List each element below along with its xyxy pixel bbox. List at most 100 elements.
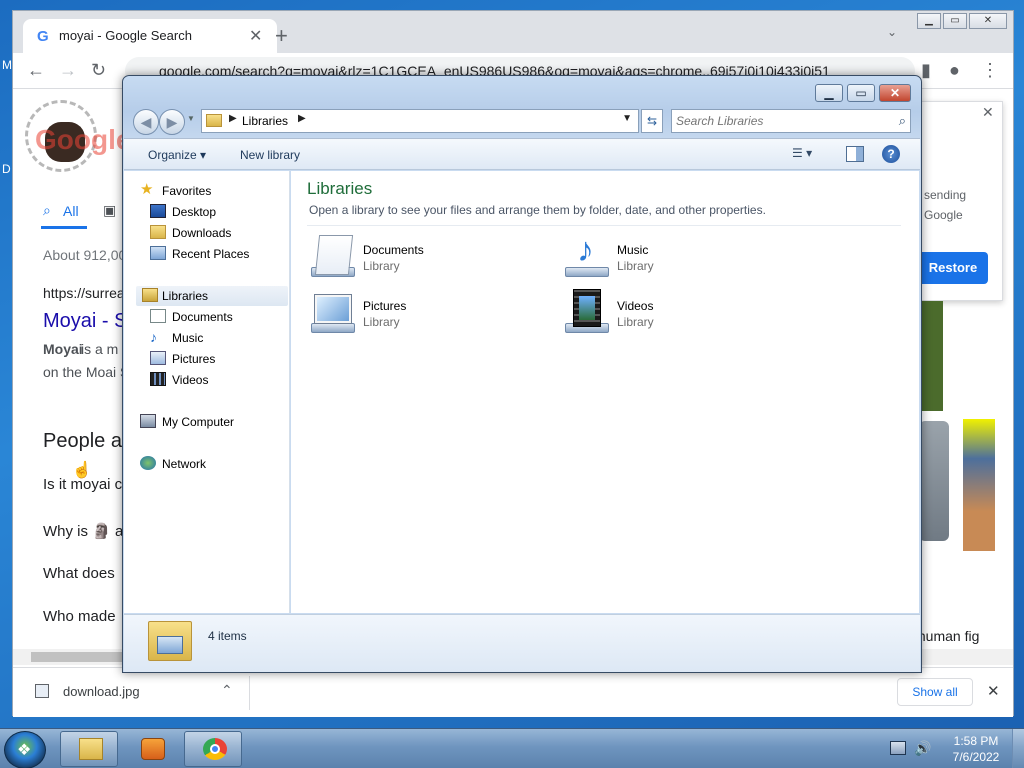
star-icon: ★ — [140, 181, 154, 198]
new-library-button[interactable]: New library — [240, 148, 300, 162]
recent-pages-icon[interactable]: ▼ — [187, 114, 195, 123]
close-tab-icon[interactable]: ✕ — [249, 26, 262, 46]
paa-question[interactable]: What does — [43, 565, 115, 582]
page-subtitle: Open a library to see your files and arr… — [309, 203, 766, 217]
new-tab-button[interactable]: + — [275, 23, 288, 49]
organize-button[interactable]: Organize ▾ — [148, 148, 206, 162]
library-name: Music — [617, 243, 649, 257]
music-icon: ♪ — [150, 329, 157, 345]
chrome-tab-title: moyai - Google Search — [59, 28, 192, 43]
help-icon[interactable]: ? — [882, 145, 900, 163]
library-name: Pictures — [363, 299, 407, 313]
minimize-icon[interactable]: ▁ — [917, 13, 941, 29]
chevron-up-icon[interactable]: ⌃ — [221, 682, 233, 699]
forward-icon[interactable]: → — [59, 61, 77, 79]
search-field[interactable]: ⌕ — [671, 109, 911, 133]
image-results-strip[interactable] — [919, 301, 1001, 551]
change-view-icon[interactable]: ☰ ▾ — [792, 146, 830, 164]
google-favicon-icon: G — [37, 28, 49, 45]
forward-button[interactable]: ▶ — [159, 109, 185, 135]
restore-button[interactable]: Restore — [918, 252, 988, 284]
side-panel-icon[interactable]: ▮ — [921, 61, 931, 79]
chrome-window-controls: ▁ ▭ ✕ — [917, 11, 1013, 29]
recent-places-icon — [150, 246, 166, 260]
tab-search-icon[interactable]: ⌄ — [887, 25, 897, 39]
breadcrumb-libraries[interactable]: Libraries — [242, 114, 288, 128]
pictures-library-icon — [309, 289, 357, 337]
taskbar-media-player-button[interactable] — [122, 731, 180, 767]
images-icon[interactable]: ▣ — [103, 202, 116, 219]
start-button[interactable]: ❖ — [4, 731, 46, 768]
snippet-bold: Moyai — [43, 341, 83, 357]
breadcrumb-arrow-icon[interactable]: ▶ — [298, 113, 306, 124]
address-bar[interactable]: ▶ Libraries ▶ ▼ — [201, 109, 639, 133]
nav-music[interactable]: ♪ Music — [150, 328, 306, 348]
snippet-text: is a m — [81, 341, 119, 357]
library-type: Library — [617, 259, 654, 273]
library-tile-music[interactable]: ♪ Music Library — [563, 233, 783, 281]
result-cite[interactable]: https://surrea — [43, 285, 125, 301]
breadcrumb-arrow-icon[interactable]: ▶ — [229, 113, 237, 124]
nav-my-computer[interactable]: My Computer — [140, 412, 296, 432]
download-file-name[interactable]: download.jpg — [63, 684, 140, 699]
menu-icon[interactable]: ⋮ — [981, 61, 999, 79]
snippet-line2: on the Moai S — [43, 364, 130, 380]
pictures-icon — [150, 351, 166, 365]
clock-time[interactable]: 1:58 PM — [946, 734, 1006, 748]
refresh-button[interactable]: ⇆ — [641, 109, 663, 133]
show-all-button[interactable]: Show all — [897, 678, 973, 706]
clock-date[interactable]: 7/6/2022 — [946, 750, 1006, 764]
nav-favorites[interactable]: ★ Favorites — [140, 181, 296, 201]
nav-network[interactable]: Network — [140, 454, 296, 474]
chrome-icon — [203, 738, 227, 760]
taskbar-explorer-button[interactable] — [60, 731, 118, 767]
back-button[interactable]: ◀ — [133, 109, 159, 135]
back-icon[interactable]: ← — [27, 61, 45, 79]
close-icon[interactable]: ✕ — [969, 13, 1007, 29]
nav-libraries[interactable]: Libraries — [136, 286, 288, 306]
nav-desktop[interactable]: Desktop — [150, 202, 306, 222]
library-type: Library — [617, 315, 654, 329]
libraries-folder-icon — [206, 114, 222, 127]
nav-recent-places[interactable]: Recent Places — [150, 244, 306, 264]
search-icon: ⌕ — [43, 202, 51, 218]
paa-question[interactable]: Why is 🗿 a — [43, 522, 123, 540]
tab-all[interactable]: All — [63, 203, 79, 219]
nav-pictures[interactable]: Pictures — [150, 349, 306, 369]
nav-downloads[interactable]: Downloads — [150, 223, 306, 243]
network-tray-icon[interactable] — [890, 741, 906, 755]
maximize-icon[interactable]: ▭ — [943, 13, 967, 29]
chrome-tab[interactable]: G moyai - Google Search ✕ — [23, 19, 277, 53]
show-desktop-button[interactable] — [1012, 729, 1024, 768]
chrome-tabstrip: G moyai - Google Search ✕ + ⌄ ▁ ▭ ✕ — [13, 11, 1013, 53]
preview-pane-icon[interactable] — [846, 146, 864, 162]
downloads-bar: download.jpg ⌃ Show all ✕ — [13, 667, 1013, 717]
taskbar-chrome-button[interactable] — [184, 731, 242, 767]
search-icon: ⌕ — [898, 113, 906, 128]
desktop-label: D — [2, 162, 11, 176]
paa-question[interactable]: Who made — [43, 608, 116, 625]
minimize-icon[interactable]: ▁ — [815, 84, 843, 102]
paa-heading: People a — [43, 430, 122, 452]
search-input[interactable] — [676, 112, 886, 130]
maximize-icon[interactable]: ▭ — [847, 84, 875, 102]
popup-text: sending — [924, 188, 967, 202]
library-tile-pictures[interactable]: Pictures Library — [309, 289, 529, 337]
library-tile-documents[interactable]: Documents Library — [309, 233, 529, 281]
profile-icon[interactable]: ● — [949, 61, 960, 79]
restore-popup: ✕ sending Google Restore — [915, 101, 1003, 301]
close-icon[interactable]: ✕ — [982, 104, 994, 121]
reload-icon[interactable]: ↻ — [91, 61, 106, 79]
close-icon[interactable]: ✕ — [879, 84, 911, 102]
library-content: Libraries Open a library to see your fil… — [291, 171, 919, 613]
volume-icon[interactable]: 🔊 — [914, 740, 931, 757]
nav-videos[interactable]: Videos — [150, 370, 306, 390]
item-count: 4 items — [208, 629, 247, 643]
library-tile-videos[interactable]: Videos Library — [563, 289, 783, 337]
nav-documents[interactable]: Documents — [150, 307, 306, 327]
result-title[interactable]: Moyai - S — [43, 310, 127, 333]
documents-icon — [150, 309, 166, 323]
google-doodle-logo[interactable]: Google — [25, 100, 135, 172]
close-icon[interactable]: ✕ — [987, 682, 1000, 700]
chevron-down-icon[interactable]: ▼ — [622, 113, 632, 124]
